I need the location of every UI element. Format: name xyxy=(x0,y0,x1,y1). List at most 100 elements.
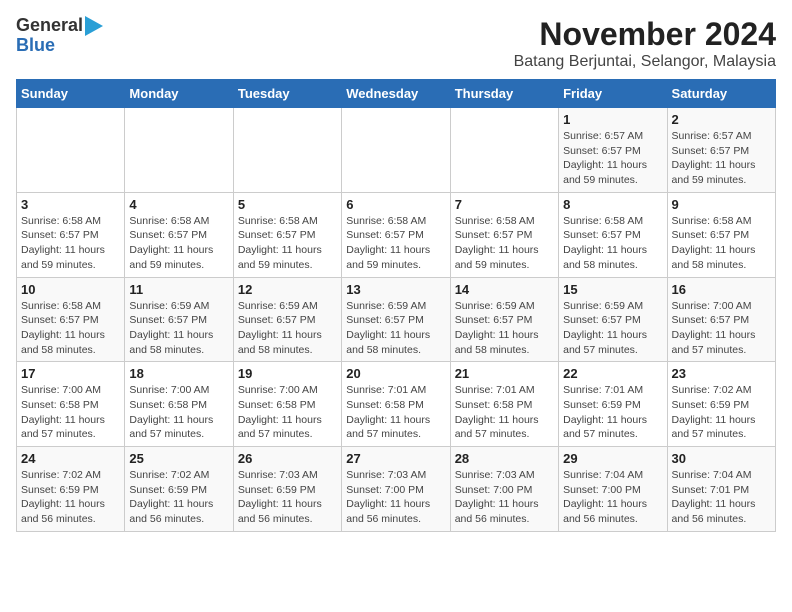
day-info: Sunrise: 6:58 AM Sunset: 6:57 PM Dayligh… xyxy=(346,214,445,273)
logo-arrow-icon xyxy=(85,16,103,36)
day-number: 5 xyxy=(238,197,337,212)
page-title: November 2024 xyxy=(514,16,776,53)
calendar-cell: 18Sunrise: 7:00 AM Sunset: 6:58 PM Dayli… xyxy=(125,362,233,447)
day-number: 21 xyxy=(455,366,554,381)
calendar-cell: 13 Sunrise: 6:59 AM Sunset: 6:57 PM Dayli… xyxy=(342,277,450,362)
calendar-cell: 1 Sunrise: 6:57 AM Sunset: 6:57 PM Daylig… xyxy=(559,108,667,193)
day-number: 30 xyxy=(672,451,771,466)
calendar-cell: 7Sunrise: 6:58 AM Sunset: 6:57 PM Daylig… xyxy=(450,192,558,277)
calendar-cell: 24Sunrise: 7:02 AM Sunset: 6:59 PM Dayli… xyxy=(17,447,125,532)
calendar-cell: 30Sunrise: 7:04 AM Sunset: 7:01 PM Dayli… xyxy=(667,447,775,532)
calendar-cell: 11Sunrise: 6:59 AM Sunset: 6:57 PM Dayli… xyxy=(125,277,233,362)
day-info: Sunrise: 7:02 AM Sunset: 6:59 PM Dayligh… xyxy=(129,468,228,527)
day-number: 20 xyxy=(346,366,445,381)
day-number: 16 xyxy=(672,282,771,297)
calendar-cell: 9Sunrise: 6:58 AM Sunset: 6:57 PM Daylig… xyxy=(667,192,775,277)
calendar-cell: 6 Sunrise: 6:58 AM Sunset: 6:57 PM Daylig… xyxy=(342,192,450,277)
day-info: Sunrise: 6:59 AM Sunset: 6:57 PM Dayligh… xyxy=(346,299,445,358)
day-number: 10 xyxy=(21,282,120,297)
calendar-cell: 23 Sunrise: 7:02 AM Sunset: 6:59 PM Dayli… xyxy=(667,362,775,447)
day-info: Sunrise: 6:58 AM Sunset: 6:57 PM Dayligh… xyxy=(563,214,662,273)
day-number: 27 xyxy=(346,451,445,466)
day-info: Sunrise: 6:59 AM Sunset: 6:57 PM Dayligh… xyxy=(129,299,228,358)
header-cell-saturday: Saturday xyxy=(667,80,775,108)
calendar-week-5: 24 Sunrise: 7:02 AM Sunset: 6:59 PM Dayli… xyxy=(17,447,776,532)
day-number: 23 xyxy=(672,366,771,381)
day-info: Sunrise: 7:00 AM Sunset: 6:58 PM Dayligh… xyxy=(129,383,228,442)
calendar-cell: 14 Sunrise: 6:59 AM Sunset: 6:57 PM Dayli… xyxy=(450,277,558,362)
day-info: Sunrise: 7:04 AM Sunset: 7:00 PM Dayligh… xyxy=(563,468,662,527)
calendar-cell: 27 Sunrise: 7:03 AM Sunset: 7:00 PM Dayli… xyxy=(342,447,450,532)
day-number: 7 xyxy=(455,197,554,212)
day-number: 17 xyxy=(21,366,120,381)
day-number: 4 xyxy=(129,197,228,212)
day-number: 1 xyxy=(563,112,662,127)
day-info: Sunrise: 7:01 AM Sunset: 6:58 PM Dayligh… xyxy=(346,383,445,442)
calendar-week-1: 1 Sunrise: 6:57 AM Sunset: 6:57 PM Daylig… xyxy=(17,108,776,193)
header-cell-sunday: Sunday xyxy=(17,80,125,108)
day-info: Sunrise: 7:03 AM Sunset: 7:00 PM Dayligh… xyxy=(455,468,554,527)
logo-text: General Blue xyxy=(16,16,103,56)
day-number: 9 xyxy=(672,197,771,212)
calendar-cell: 29 Sunrise: 7:04 AM Sunset: 7:00 PM Dayli… xyxy=(559,447,667,532)
header-cell-monday: Monday xyxy=(125,80,233,108)
day-info: Sunrise: 6:59 AM Sunset: 6:57 PM Dayligh… xyxy=(455,299,554,358)
logo-blue: Blue xyxy=(16,36,103,56)
calendar-cell: 2 Sunrise: 6:57 AM Sunset: 6:57 PM Daylig… xyxy=(667,108,775,193)
day-info: Sunrise: 6:58 AM Sunset: 6:57 PM Dayligh… xyxy=(21,299,120,358)
page-subtitle: Batang Berjuntai, Selangor, Malaysia xyxy=(514,53,776,71)
calendar-cell: 3 Sunrise: 6:58 AM Sunset: 6:57 PM Daylig… xyxy=(17,192,125,277)
calendar-table: SundayMondayTuesdayWednesdayThursdayFrid… xyxy=(16,79,776,532)
calendar-cell xyxy=(17,108,125,193)
day-info: Sunrise: 7:03 AM Sunset: 6:59 PM Dayligh… xyxy=(238,468,337,527)
title-block: November 2024 Batang Berjuntai, Selangor… xyxy=(514,16,776,71)
day-info: Sunrise: 6:57 AM Sunset: 6:57 PM Dayligh… xyxy=(563,129,662,188)
header-row: SundayMondayTuesdayWednesdayThursdayFrid… xyxy=(17,80,776,108)
day-info: Sunrise: 7:03 AM Sunset: 7:00 PM Dayligh… xyxy=(346,468,445,527)
calendar-header: SundayMondayTuesdayWednesdayThursdayFrid… xyxy=(17,80,776,108)
day-number: 14 xyxy=(455,282,554,297)
day-number: 6 xyxy=(346,197,445,212)
logo: General Blue xyxy=(16,16,103,56)
calendar-cell xyxy=(233,108,341,193)
day-number: 2 xyxy=(672,112,771,127)
calendar-week-2: 3 Sunrise: 6:58 AM Sunset: 6:57 PM Daylig… xyxy=(17,192,776,277)
calendar-cell: 4 Sunrise: 6:58 AM Sunset: 6:57 PM Daylig… xyxy=(125,192,233,277)
day-info: Sunrise: 6:58 AM Sunset: 6:57 PM Dayligh… xyxy=(238,214,337,273)
day-info: Sunrise: 7:02 AM Sunset: 6:59 PM Dayligh… xyxy=(672,383,771,442)
day-number: 24 xyxy=(21,451,120,466)
day-number: 29 xyxy=(563,451,662,466)
logo-general: General xyxy=(16,16,83,36)
calendar-cell: 19Sunrise: 7:00 AM Sunset: 6:58 PM Dayli… xyxy=(233,362,341,447)
calendar-cell: 17 Sunrise: 7:00 AM Sunset: 6:58 PM Dayli… xyxy=(17,362,125,447)
header-cell-wednesday: Wednesday xyxy=(342,80,450,108)
day-number: 12 xyxy=(238,282,337,297)
calendar-cell xyxy=(125,108,233,193)
day-info: Sunrise: 7:00 AM Sunset: 6:57 PM Dayligh… xyxy=(672,299,771,358)
page-header: General Blue November 2024 Batang Berjun… xyxy=(16,16,776,71)
calendar-cell: 15 Sunrise: 6:59 AM Sunset: 6:57 PM Dayli… xyxy=(559,277,667,362)
day-info: Sunrise: 6:59 AM Sunset: 6:57 PM Dayligh… xyxy=(238,299,337,358)
day-number: 13 xyxy=(346,282,445,297)
day-number: 28 xyxy=(455,451,554,466)
header-cell-friday: Friday xyxy=(559,80,667,108)
day-info: Sunrise: 6:58 AM Sunset: 6:57 PM Dayligh… xyxy=(129,214,228,273)
calendar-cell xyxy=(450,108,558,193)
day-info: Sunrise: 6:57 AM Sunset: 6:57 PM Dayligh… xyxy=(672,129,771,188)
day-info: Sunrise: 7:01 AM Sunset: 6:58 PM Dayligh… xyxy=(455,383,554,442)
day-number: 15 xyxy=(563,282,662,297)
calendar-cell: 25 Sunrise: 7:02 AM Sunset: 6:59 PM Dayli… xyxy=(125,447,233,532)
day-info: Sunrise: 7:00 AM Sunset: 6:58 PM Dayligh… xyxy=(238,383,337,442)
calendar-body: 1 Sunrise: 6:57 AM Sunset: 6:57 PM Daylig… xyxy=(17,108,776,532)
day-info: Sunrise: 7:01 AM Sunset: 6:59 PM Dayligh… xyxy=(563,383,662,442)
day-info: Sunrise: 7:00 AM Sunset: 6:58 PM Dayligh… xyxy=(21,383,120,442)
day-number: 3 xyxy=(21,197,120,212)
day-info: Sunrise: 6:59 AM Sunset: 6:57 PM Dayligh… xyxy=(563,299,662,358)
day-info: Sunrise: 6:58 AM Sunset: 6:57 PM Dayligh… xyxy=(21,214,120,273)
calendar-cell: 26Sunrise: 7:03 AM Sunset: 6:59 PM Dayli… xyxy=(233,447,341,532)
calendar-cell: 22Sunrise: 7:01 AM Sunset: 6:59 PM Dayli… xyxy=(559,362,667,447)
day-number: 25 xyxy=(129,451,228,466)
calendar-cell: 8Sunrise: 6:58 AM Sunset: 6:57 PM Daylig… xyxy=(559,192,667,277)
calendar-week-3: 10 Sunrise: 6:58 AM Sunset: 6:57 PM Dayli… xyxy=(17,277,776,362)
calendar-cell: 5 Sunrise: 6:58 AM Sunset: 6:57 PM Daylig… xyxy=(233,192,341,277)
